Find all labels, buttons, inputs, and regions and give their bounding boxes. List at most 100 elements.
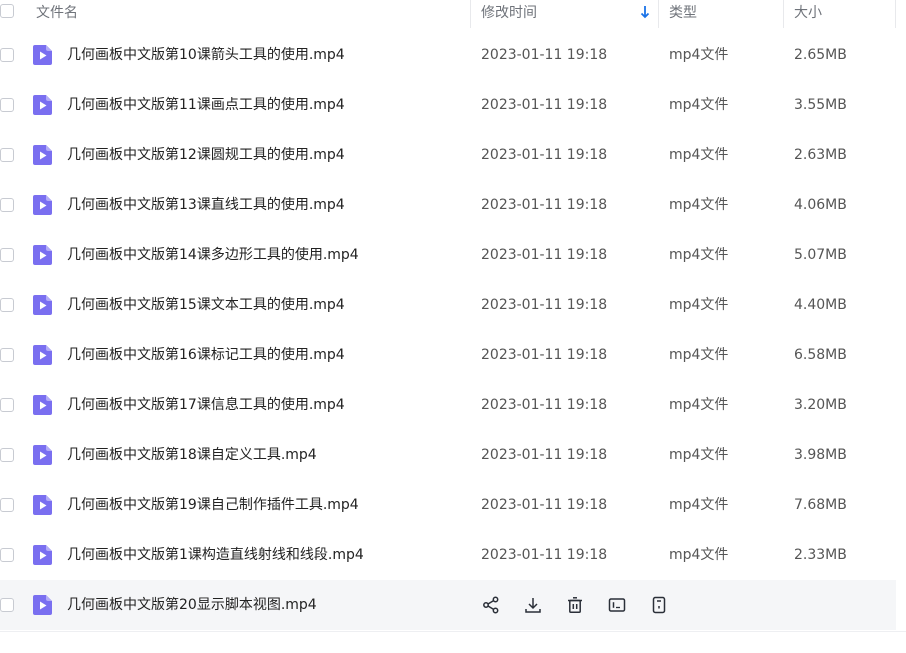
modified-date: 2023-01-11 19:18 <box>481 147 608 163</box>
file-type: mp4文件 <box>669 297 729 313</box>
video-file-icon <box>33 595 52 615</box>
delete-icon[interactable] <box>565 595 585 615</box>
column-divider[interactable] <box>658 0 659 28</box>
table-header: 文件名 修改时间 类型 大小 <box>0 0 906 28</box>
sort-down-icon[interactable] <box>640 5 650 19</box>
table-row[interactable]: 几何画板中文版第19课自己制作插件工具.mp4 2023-01-11 19:18… <box>0 480 896 530</box>
column-divider[interactable] <box>895 0 896 28</box>
file-name[interactable]: 几何画板中文版第19课自己制作插件工具.mp4 <box>67 480 359 530</box>
file-name[interactable]: 几何画板中文版第20显示脚本视图.mp4 <box>67 580 317 630</box>
table-row[interactable]: 几何画板中文版第14课多边形工具的使用.mp4 2023-01-11 19:18… <box>0 230 896 280</box>
modified-date: 2023-01-11 19:18 <box>481 247 608 263</box>
row-actions <box>481 580 669 630</box>
row-checkbox[interactable] <box>0 548 14 562</box>
modified-date: 2023-01-11 19:18 <box>481 447 608 463</box>
table-row[interactable]: 几何画板中文版第18课自定义工具.mp4 2023-01-11 19:18 mp… <box>0 430 896 480</box>
row-checkbox[interactable] <box>0 98 14 112</box>
row-checkbox[interactable] <box>0 448 14 462</box>
select-all-checkbox[interactable] <box>0 4 14 18</box>
video-file-icon <box>33 195 52 215</box>
file-name[interactable]: 几何画板中文版第18课自定义工具.mp4 <box>67 430 317 480</box>
file-size: 4.06MB <box>794 197 847 213</box>
video-file-icon <box>33 95 52 115</box>
file-type: mp4文件 <box>669 47 729 63</box>
table-row[interactable]: 几何画板中文版第12课圆规工具的使用.mp4 2023-01-11 19:18 … <box>0 130 896 180</box>
row-checkbox[interactable] <box>0 248 14 262</box>
file-list: 文件名 修改时间 类型 大小 几何画板中文版第10课箭头工具的使用.mp4 20… <box>0 0 906 653</box>
file-name[interactable]: 几何画板中文版第13课直线工具的使用.mp4 <box>67 180 345 230</box>
row-checkbox[interactable] <box>0 498 14 512</box>
table-row[interactable]: 几何画板中文版第1课构造直线射线和线段.mp4 2023-01-11 19:18… <box>0 530 896 580</box>
file-type: mp4文件 <box>669 347 729 363</box>
file-name[interactable]: 几何画板中文版第1课构造直线射线和线段.mp4 <box>67 530 364 580</box>
table-row[interactable]: 几何画板中文版第17课信息工具的使用.mp4 2023-01-11 19:18 … <box>0 380 896 430</box>
file-type: mp4文件 <box>669 497 729 513</box>
row-checkbox[interactable] <box>0 348 14 362</box>
file-size: 2.63MB <box>794 147 847 163</box>
row-checkbox[interactable] <box>0 398 14 412</box>
file-type: mp4文件 <box>669 197 729 213</box>
file-size: 4.40MB <box>794 297 847 313</box>
modified-date: 2023-01-11 19:18 <box>481 297 608 313</box>
file-type: mp4文件 <box>669 97 729 113</box>
file-size: 3.98MB <box>794 447 847 463</box>
file-name[interactable]: 几何画板中文版第14课多边形工具的使用.mp4 <box>67 230 359 280</box>
video-file-icon <box>33 545 52 565</box>
column-divider[interactable] <box>783 0 784 28</box>
video-file-icon <box>33 45 52 65</box>
video-file-icon <box>33 495 52 515</box>
row-checkbox[interactable] <box>0 48 14 62</box>
file-size: 7.68MB <box>794 497 847 513</box>
video-file-icon <box>33 395 52 415</box>
rename-icon[interactable] <box>607 595 627 615</box>
modified-date: 2023-01-11 19:18 <box>481 547 608 563</box>
divider <box>0 631 906 632</box>
modified-date: 2023-01-11 19:18 <box>481 47 608 63</box>
file-size: 2.65MB <box>794 47 847 63</box>
header-size[interactable]: 大小 <box>794 0 822 24</box>
header-modified[interactable]: 修改时间 <box>481 0 537 24</box>
modified-date: 2023-01-11 19:18 <box>481 497 608 513</box>
file-type: mp4文件 <box>669 247 729 263</box>
modified-date: 2023-01-11 19:18 <box>481 97 608 113</box>
modified-date: 2023-01-11 19:18 <box>481 347 608 363</box>
row-checkbox[interactable] <box>0 298 14 312</box>
video-file-icon <box>33 445 52 465</box>
header-name[interactable]: 文件名 <box>36 0 78 24</box>
table-row[interactable]: 几何画板中文版第13课直线工具的使用.mp4 2023-01-11 19:18 … <box>0 180 896 230</box>
file-size: 6.58MB <box>794 347 847 363</box>
file-name[interactable]: 几何画板中文版第11课画点工具的使用.mp4 <box>67 80 345 130</box>
row-checkbox[interactable] <box>0 148 14 162</box>
file-size: 2.33MB <box>794 547 847 563</box>
video-file-icon <box>33 245 52 265</box>
file-type: mp4文件 <box>669 547 729 563</box>
row-checkbox[interactable] <box>0 198 14 212</box>
more-icon[interactable] <box>649 595 669 615</box>
video-file-icon <box>33 145 52 165</box>
file-size: 3.55MB <box>794 97 847 113</box>
file-name[interactable]: 几何画板中文版第15课文本工具的使用.mp4 <box>67 280 345 330</box>
table-row-hovered[interactable]: 几何画板中文版第20显示脚本视图.mp4 <box>0 580 896 630</box>
modified-date: 2023-01-11 19:18 <box>481 397 608 413</box>
table-row[interactable]: 几何画板中文版第15课文本工具的使用.mp4 2023-01-11 19:18 … <box>0 280 896 330</box>
file-name[interactable]: 几何画板中文版第17课信息工具的使用.mp4 <box>67 380 345 430</box>
file-rows: 几何画板中文版第10课箭头工具的使用.mp4 2023-01-11 19:18 … <box>0 30 906 630</box>
table-row[interactable]: 几何画板中文版第10课箭头工具的使用.mp4 2023-01-11 19:18 … <box>0 30 896 80</box>
modified-date: 2023-01-11 19:18 <box>481 197 608 213</box>
file-name[interactable]: 几何画板中文版第12课圆规工具的使用.mp4 <box>67 130 345 180</box>
download-icon[interactable] <box>523 595 543 615</box>
share-icon[interactable] <box>481 595 501 615</box>
file-type: mp4文件 <box>669 447 729 463</box>
table-row[interactable]: 几何画板中文版第16课标记工具的使用.mp4 2023-01-11 19:18 … <box>0 330 896 380</box>
column-divider[interactable] <box>470 0 471 28</box>
file-type: mp4文件 <box>669 397 729 413</box>
header-type[interactable]: 类型 <box>669 0 697 24</box>
file-name[interactable]: 几何画板中文版第10课箭头工具的使用.mp4 <box>67 30 345 80</box>
file-type: mp4文件 <box>669 147 729 163</box>
table-row[interactable]: 几何画板中文版第11课画点工具的使用.mp4 2023-01-11 19:18 … <box>0 80 896 130</box>
file-name[interactable]: 几何画板中文版第16课标记工具的使用.mp4 <box>67 330 345 380</box>
file-size: 5.07MB <box>794 247 847 263</box>
row-checkbox[interactable] <box>0 598 14 612</box>
video-file-icon <box>33 345 52 365</box>
video-file-icon <box>33 295 52 315</box>
